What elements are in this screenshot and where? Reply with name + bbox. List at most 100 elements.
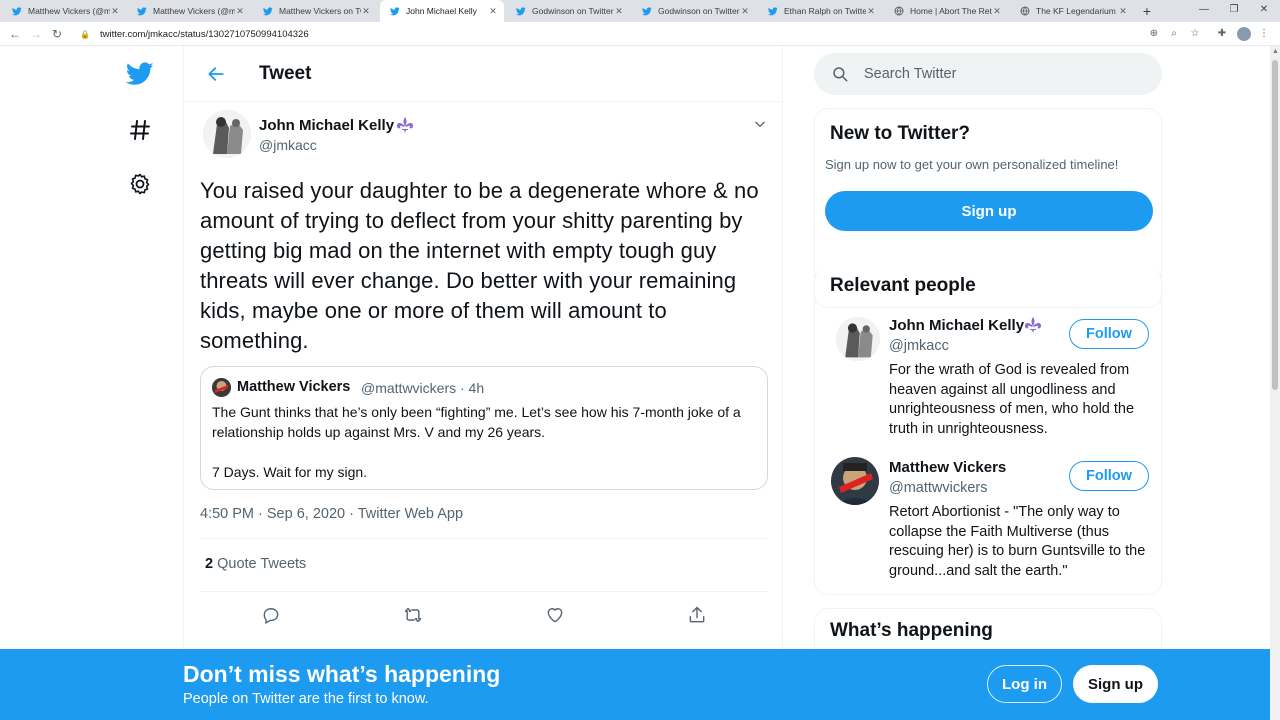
person-name[interactable]: Matthew Vickers — [889, 459, 1006, 476]
browser-tab[interactable]: Ethan Ralph on Twitter ✕ — [758, 0, 882, 22]
twitter-bird-icon — [516, 6, 526, 16]
author-name[interactable]: John Michael Kelly — [259, 117, 394, 134]
like-icon[interactable] — [542, 602, 568, 628]
search-box[interactable] — [814, 53, 1162, 95]
quoted-tweet[interactable]: Matthew Vickers @mattwvickers · 4h The G… — [200, 366, 768, 490]
close-icon[interactable]: ✕ — [110, 6, 120, 17]
twitter-bird-icon — [137, 6, 147, 16]
browser-tab[interactable]: Matthew Vickers (@mat ✕ — [2, 0, 126, 22]
scroll-up-icon[interactable]: ▲ — [1272, 48, 1279, 55]
twitter-page: Tweet John Michael Kelly @jmkacc You rai… — [0, 46, 1270, 720]
hashtag-icon[interactable] — [124, 114, 156, 146]
scrollbar-thumb[interactable] — [1272, 60, 1278, 390]
relevant-people-card: Relevant people John Michael Kelly @jmka… — [814, 267, 1162, 595]
zoom-icon[interactable]: ⌕ — [1166, 26, 1182, 42]
browser-tab[interactable]: Godwinson on Twitter ✕ — [506, 0, 630, 22]
browser-tab[interactable]: The KF Legendarium | ✕ — [1010, 0, 1134, 22]
person-bio: Retort Abortionist - "The only way to co… — [889, 504, 1146, 579]
follow-button[interactable]: Follow — [1069, 319, 1149, 349]
browser-tab[interactable]: Home | Abort The Reto ✕ — [884, 0, 1008, 22]
browser-tab-bar: Matthew Vickers (@mat ✕ Matthew Vickers … — [0, 0, 1280, 22]
address-bar[interactable]: 🔒 twitter.com/jmkacc/status/130271075099… — [74, 24, 1214, 44]
twitter-bird-icon — [390, 6, 400, 16]
back-arrow-icon[interactable] — [204, 62, 228, 86]
tab-title: Matthew Vickers on Tw — [279, 6, 361, 16]
new-to-twitter-subtitle: Sign up now to get your own personalized… — [825, 157, 1119, 172]
back-icon[interactable]: ← — [6, 25, 24, 43]
menu-dots-icon[interactable]: ⋮ — [1256, 26, 1272, 42]
author-avatar[interactable] — [203, 110, 251, 158]
main-column: Tweet John Michael Kelly @jmkacc You rai… — [183, 46, 783, 720]
close-icon[interactable]: ✕ — [614, 6, 624, 17]
browser-tab[interactable]: Matthew Vickers on Tw ✕ — [253, 0, 377, 22]
cast-icon[interactable]: ⊕ — [1146, 26, 1162, 42]
twitter-logo-icon[interactable] — [124, 58, 156, 90]
url-text: twitter.com/jmkacc/status/13027107509941… — [100, 28, 309, 40]
quoted-avatar — [212, 378, 231, 397]
banner-signup-button[interactable]: Sign up — [1073, 665, 1158, 703]
person-bio: For the wrath of God is revealed from he… — [889, 362, 1135, 437]
browser-tab[interactable]: Godwinson on Twitter ✕ — [632, 0, 756, 22]
search-icon — [830, 64, 850, 84]
fleur-de-lis-icon — [1023, 316, 1043, 334]
person-name[interactable]: John Michael Kelly — [889, 317, 1024, 334]
login-button[interactable]: Log in — [987, 665, 1062, 703]
person-handle[interactable]: @jmkacc — [889, 338, 949, 354]
settings-icon[interactable] — [124, 168, 156, 200]
minimize-button[interactable]: — — [1188, 0, 1220, 22]
new-to-twitter-title: New to Twitter? — [830, 123, 971, 144]
close-icon[interactable]: ✕ — [1118, 6, 1128, 17]
share-icon[interactable] — [684, 602, 710, 628]
twitter-bird-icon — [768, 6, 778, 16]
person-avatar[interactable] — [836, 317, 880, 361]
extensions-icon[interactable]: ✚ — [1214, 26, 1230, 42]
whats-happening-title: What’s happening — [830, 620, 993, 641]
search-input[interactable] — [864, 66, 1134, 82]
quoted-name: Matthew Vickers — [237, 379, 351, 395]
retweet-icon[interactable] — [400, 602, 426, 628]
fleur-de-lis-icon — [395, 116, 415, 134]
close-icon[interactable]: ✕ — [235, 6, 245, 17]
twitter-bird-icon — [642, 6, 652, 16]
bookmark-star-icon[interactable]: ☆ — [1187, 26, 1203, 42]
tweet-text: You raised your daughter to be a degener… — [200, 178, 759, 353]
close-icon[interactable]: ✕ — [866, 6, 876, 17]
new-tab-button[interactable]: + — [1138, 2, 1156, 20]
tab-title: Godwinson on Twitter — [658, 6, 740, 16]
signup-button[interactable]: Sign up — [825, 191, 1153, 231]
browser-tab[interactable]: Matthew Vickers (@ma ✕ — [127, 0, 251, 22]
follow-button[interactable]: Follow — [1069, 461, 1149, 491]
close-icon[interactable]: ✕ — [488, 6, 498, 17]
reply-icon[interactable] — [258, 602, 284, 628]
quote-tweets-count: 2 — [205, 556, 214, 572]
browser-tab-active[interactable]: John Michael Kelly ✕ — [380, 0, 504, 22]
quote-tweets-stat[interactable]: 2 Quote Tweets — [205, 556, 306, 572]
profile-avatar[interactable] — [1237, 27, 1251, 41]
tweet-timestamp[interactable]: 4:50 PM · Sep 6, 2020 · Twitter Web App — [200, 506, 463, 522]
person-handle[interactable]: @mattwvickers — [889, 480, 988, 496]
close-icon[interactable]: ✕ — [992, 6, 1002, 17]
close-icon[interactable]: ✕ — [740, 6, 750, 17]
quoted-text: The Gunt thinks that he’s only been “fig… — [212, 404, 741, 480]
chevron-down-icon[interactable] — [752, 116, 768, 132]
tab-title: John Michael Kelly — [406, 6, 477, 16]
globe-icon — [1020, 6, 1030, 16]
lock-icon: 🔒 — [80, 29, 90, 39]
close-window-button[interactable]: ✕ — [1248, 0, 1280, 22]
author-handle[interactable]: @jmkacc — [259, 137, 317, 153]
divider — [200, 591, 768, 592]
tab-title: Matthew Vickers (@ma — [153, 6, 235, 16]
page-scrollbar[interactable]: ▲ — [1270, 46, 1280, 720]
reload-icon[interactable]: ↻ — [48, 25, 66, 43]
banner-title: Don’t miss what’s happening — [183, 661, 501, 687]
tab-title: Godwinson on Twitter — [532, 6, 614, 16]
person-avatar[interactable] — [831, 457, 879, 505]
close-icon[interactable]: ✕ — [361, 6, 371, 17]
forward-icon[interactable]: → — [27, 25, 45, 43]
maximize-button[interactable]: ❐ — [1218, 0, 1250, 22]
quoted-handle: @mattwvickers · 4h — [361, 380, 485, 396]
signup-banner: Don’t miss what’s happening People on Tw… — [0, 649, 1270, 720]
page-title: Tweet — [259, 63, 312, 84]
tab-title: Ethan Ralph on Twitter — [784, 6, 866, 16]
relevant-people-title: Relevant people — [830, 275, 976, 296]
